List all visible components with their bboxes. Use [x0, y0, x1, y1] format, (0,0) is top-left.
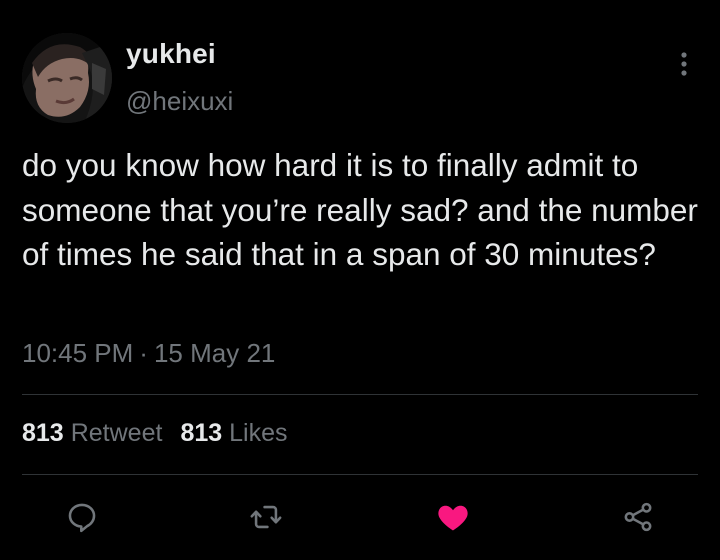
heart-icon — [438, 505, 468, 531]
display-name[interactable]: yukhei — [126, 38, 216, 70]
likes-label: Likes — [229, 419, 288, 447]
likes-count: 813 — [180, 419, 223, 447]
action-bar — [0, 495, 720, 539]
retweet-icon — [250, 505, 282, 529]
divider — [22, 394, 698, 395]
avatar[interactable] — [22, 33, 112, 123]
retweet-count: 813 — [22, 419, 64, 447]
retweet-button[interactable] — [244, 495, 288, 539]
tweet-time: 10:45 PM — [22, 338, 134, 368]
avatar-image — [22, 33, 112, 123]
reply-button[interactable] — [60, 495, 104, 539]
reply-icon — [68, 503, 96, 533]
more-options-button[interactable] — [670, 48, 698, 80]
divider — [22, 474, 698, 475]
user-handle[interactable]: @heixuxi — [126, 86, 233, 117]
meta-separator: · — [139, 338, 148, 368]
retweet-stat[interactable]: 813 Retweet — [22, 419, 162, 448]
share-button[interactable] — [616, 495, 660, 539]
share-icon — [624, 502, 652, 532]
tweet-date: 15 May 21 — [153, 338, 276, 368]
engagement-stats: 813 Retweet 813 Likes — [22, 419, 288, 448]
tweet-card: yukhei @heixuxi do you know how hard it … — [0, 0, 720, 560]
retweet-label: Retweet — [70, 419, 163, 447]
tweet-text: do you know how hard it is to finally ad… — [22, 147, 707, 272]
tweet-timestamp[interactable]: 10:45 PM · 15 May 21 — [22, 338, 275, 369]
likes-stat[interactable]: 813 Likes — [180, 419, 287, 448]
more-vertical-icon — [681, 52, 687, 76]
like-button[interactable] — [431, 495, 475, 539]
